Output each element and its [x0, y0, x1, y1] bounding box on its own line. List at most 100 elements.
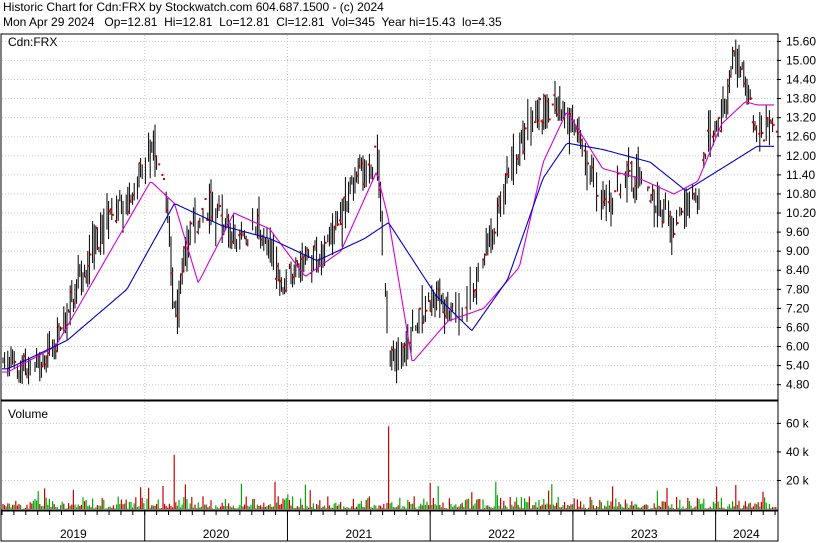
- close-tick: [182, 270, 185, 273]
- close-tick: [755, 127, 757, 130]
- close-tick: [761, 131, 764, 134]
- close-tick: [111, 213, 114, 216]
- close-tick: [729, 75, 732, 78]
- close-tick: [556, 113, 559, 116]
- close-tick: [57, 325, 60, 328]
- price-tick-label: 5.40: [786, 359, 810, 373]
- close-tick: [743, 82, 746, 85]
- close-tick: [163, 178, 165, 181]
- close-tick: [374, 145, 377, 148]
- close-tick: [775, 130, 778, 133]
- year-label: 2024: [733, 527, 760, 541]
- close-tick: [84, 275, 87, 278]
- symbol-label: Cdn:FRX: [8, 35, 57, 49]
- close-tick: [703, 153, 706, 156]
- close-tick: [438, 288, 441, 291]
- close-tick: [198, 220, 201, 223]
- close-tick: [751, 121, 754, 124]
- close-tick: [516, 157, 519, 160]
- close-tick: [70, 290, 73, 293]
- close-tick: [313, 245, 316, 248]
- close-tick: [139, 161, 141, 164]
- close-tick: [497, 204, 500, 207]
- close-tick: [713, 132, 716, 135]
- close-tick: [391, 348, 394, 351]
- close-tick: [465, 306, 468, 309]
- close-tick: [297, 263, 300, 266]
- close-tick: [692, 193, 695, 196]
- price-tick-label: 13.20: [786, 111, 816, 125]
- close-tick: [596, 194, 599, 197]
- close-tick: [324, 241, 327, 244]
- price-tick-label: 4.80: [786, 378, 810, 392]
- close-tick: [772, 123, 775, 126]
- price-tick-label: 7.80: [786, 282, 810, 296]
- close-tick: [260, 238, 263, 241]
- price-tick-label: 14.40: [786, 73, 816, 87]
- close-tick: [547, 100, 549, 103]
- close-tick: [719, 130, 722, 133]
- close-tick: [758, 132, 761, 135]
- close-tick: [627, 164, 629, 167]
- close-tick: [108, 210, 111, 213]
- volume-label: Volume: [8, 407, 48, 421]
- close-tick: [614, 190, 617, 193]
- close-tick: [276, 265, 279, 268]
- close-tick: [95, 227, 98, 230]
- price-tick-label: 15.60: [786, 34, 816, 48]
- close-tick: [603, 201, 605, 204]
- stock-chart: 15.60 15.00 14.40 13.80 13.20 12.60 12.00 11.40…: [0, 33, 816, 542]
- close-tick: [766, 117, 769, 120]
- close-tick: [628, 169, 631, 172]
- close-tick: [367, 163, 370, 166]
- close-tick: [60, 327, 63, 330]
- close-tick: [403, 346, 405, 349]
- year-label: 2019: [60, 527, 87, 541]
- price-tick-label: 7.20: [786, 301, 810, 315]
- close-tick: [740, 68, 743, 71]
- close-tick: [188, 243, 191, 246]
- close-tick: [769, 119, 772, 122]
- volume-tick-label: 60 k: [786, 416, 810, 430]
- close-tick: [753, 124, 756, 127]
- price-tick-label: 9.60: [786, 225, 810, 239]
- close-tick: [340, 222, 343, 225]
- close-tick: [483, 258, 485, 261]
- close-tick: [451, 306, 453, 309]
- close-tick: [244, 237, 247, 240]
- close-tick: [115, 220, 117, 223]
- close-tick: [356, 174, 359, 177]
- close-tick: [363, 183, 365, 186]
- close-tick: [647, 186, 650, 189]
- close-tick: [539, 98, 541, 101]
- close-tick: [702, 159, 705, 162]
- close-tick: [46, 356, 49, 359]
- close-tick: [239, 232, 242, 235]
- close-tick: [161, 173, 164, 176]
- price-tick-label: 9.00: [786, 244, 810, 258]
- close-tick: [289, 266, 292, 269]
- close-tick: [443, 311, 445, 314]
- close-tick: [295, 259, 298, 262]
- close-tick: [591, 166, 594, 169]
- close-tick: [175, 314, 178, 317]
- close-tick: [246, 243, 249, 246]
- close-tick: [89, 253, 92, 256]
- close-tick: [551, 103, 554, 106]
- year-label: 2020: [203, 527, 230, 541]
- close-tick: [548, 118, 551, 121]
- close-tick: [494, 231, 497, 234]
- price-tick-label: 11.40: [786, 168, 815, 182]
- close-tick: [771, 121, 773, 124]
- close-tick: [201, 208, 204, 211]
- close-tick: [583, 149, 586, 152]
- close-tick: [707, 129, 709, 132]
- close-tick: [630, 162, 633, 165]
- close-tick: [425, 309, 428, 312]
- close-tick: [73, 302, 76, 305]
- close-tick: [587, 162, 589, 165]
- close-tick: [523, 150, 525, 153]
- price-axis: 15.60 15.00 14.40 13.80 13.20 12.60 12.00 11.40…: [777, 34, 816, 392]
- close-tick: [275, 277, 277, 280]
- close-tick: [292, 276, 295, 279]
